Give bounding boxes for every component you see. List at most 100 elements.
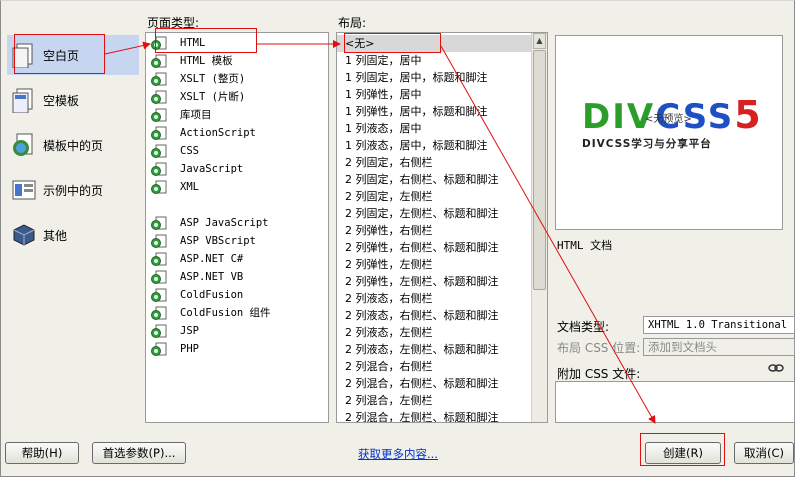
get-more-content-link[interactable]: 获取更多内容... — [358, 446, 438, 462]
page-type-label: ASP VBScript — [180, 235, 256, 247]
page-from-sample-icon — [11, 177, 37, 203]
annotation-box-category — [14, 34, 105, 74]
preview-pane: DIVCSS5 DIVCSS学习与分享平台 <无预览> — [555, 35, 783, 230]
layout-item[interactable]: 1 列弹性，居中 — [337, 86, 531, 103]
page-type-label: CSS — [180, 145, 199, 157]
page-type-item[interactable]: CSS — [146, 143, 328, 160]
page-type-label: PHP — [180, 343, 199, 355]
page-type-item[interactable]: JavaScript — [146, 161, 328, 178]
attached-css-list[interactable] — [555, 381, 795, 423]
layout-item[interactable]: 2 列固定，右侧栏 — [337, 154, 531, 171]
page-type-item[interactable]: ASP VBScript — [146, 233, 328, 250]
layout-item[interactable]: 2 列弹性，右侧栏 — [337, 222, 531, 239]
layout-item[interactable]: 2 列固定，左侧栏 — [337, 188, 531, 205]
cancel-button[interactable]: 取消(C) — [734, 442, 794, 464]
page-type-item[interactable]: 库项目 — [146, 107, 328, 124]
document-file-icon — [151, 342, 167, 357]
page-type-item[interactable]: HTML 模板 — [146, 53, 328, 70]
annotation-box-create — [640, 433, 725, 466]
category-page-from-sample[interactable]: 示例中的页 — [7, 170, 139, 210]
doctype-label: 文档类型: — [557, 320, 610, 334]
page-type-item[interactable]: ActionScript — [146, 125, 328, 142]
layout-item[interactable]: 2 列液态，右侧栏 — [337, 290, 531, 307]
preview-description: HTML 文档 — [557, 239, 613, 252]
layout-item[interactable]: 2 列液态，右侧栏、标题和脚注 — [337, 307, 531, 324]
page-from-template-icon — [11, 132, 37, 158]
layout-item[interactable]: 2 列液态，左侧栏、标题和脚注 — [337, 341, 531, 358]
attach-css-label: 附加 CSS 文件: — [557, 367, 641, 381]
preferences-button[interactable]: 首选参数(P)... — [92, 442, 186, 464]
layout-item[interactable]: 2 列固定，右侧栏、标题和脚注 — [337, 171, 531, 188]
layout-css-select[interactable]: 添加到文档头 — [643, 338, 795, 356]
category-label: 示例中的页 — [43, 183, 104, 198]
logo-subtitle: DIVCSS学习与分享平台 — [582, 138, 712, 150]
page-type-label: JavaScript — [180, 163, 244, 175]
layout-item[interactable]: 2 列混合，右侧栏 — [337, 358, 531, 375]
page-type-item[interactable]: ColdFusion 组件 — [146, 305, 328, 322]
page-type-label: HTML 模板 — [180, 55, 233, 67]
scroll-thumb[interactable] — [533, 50, 546, 290]
chain-link-icon[interactable] — [768, 362, 784, 377]
layout-item[interactable]: 2 列固定，左侧栏、标题和脚注 — [337, 205, 531, 222]
page-type-item[interactable]: XSLT (片断) — [146, 89, 328, 106]
page-type-item[interactable]: XSLT (整页) — [146, 71, 328, 88]
page-type-list[interactable]: HTML HTML 模板 XSLT (整页) XSLT (片断) 库项目 ActionSc… — [145, 32, 329, 423]
page-type-item[interactable]: ASP.NET VB — [146, 269, 328, 286]
layout-item[interactable]: 1 列液态，居中，标题和脚注 — [337, 137, 531, 154]
layout-item[interactable]: 2 列弹性，左侧栏 — [337, 256, 531, 273]
layout-item[interactable]: 1 列固定，居中 — [337, 52, 531, 69]
layout-item[interactable]: 2 列混合，左侧栏 — [337, 392, 531, 409]
layout-css-label: 布局 CSS 位置: — [557, 341, 641, 355]
page-type-label: ActionScript — [180, 127, 256, 139]
help-button[interactable]: 帮助(H) — [5, 442, 79, 464]
document-file-icon — [151, 288, 167, 303]
page-type-label: XSLT (整页) — [180, 73, 246, 85]
blank-template-icon — [11, 87, 37, 114]
page-type-item[interactable]: ColdFusion — [146, 287, 328, 304]
category-page-from-template[interactable]: 模板中的页 — [7, 125, 139, 165]
page-type-item[interactable]: XML — [146, 179, 328, 196]
page-type-label: ASP JavaScript — [180, 217, 269, 229]
category-blank-template[interactable]: 空模板 — [7, 80, 139, 120]
page-type-label: 库项目 — [180, 109, 212, 121]
scroll-up-arrow[interactable]: ▲ — [533, 33, 546, 49]
document-file-icon — [151, 108, 167, 123]
page-type-label: ColdFusion 组件 — [180, 307, 271, 319]
page-type-label: ASP.NET C# — [180, 253, 244, 265]
layout-item[interactable]: 1 列液态，居中 — [337, 120, 531, 137]
page-type-label: XSLT (片断) — [180, 91, 246, 103]
annotation-box-layout — [344, 33, 441, 53]
no-preview-text: <无预览> — [645, 114, 692, 125]
document-file-icon — [151, 72, 167, 87]
layout-item[interactable]: 2 列混合，右侧栏、标题和脚注 — [337, 375, 531, 392]
page-type-item[interactable]: ASP.NET C# — [146, 251, 328, 268]
layout-item[interactable]: 2 列弹性，左侧栏、标题和脚注 — [337, 273, 531, 290]
document-file-icon — [151, 126, 167, 141]
category-label: 其他 — [43, 228, 68, 243]
category-list: 空白页 空模板 模板中的页 示例中的页 其他 — [3, 30, 143, 430]
layout-list[interactable]: 2 列混合，左侧栏、标题和脚注 2 列混合，左侧栏 2 列混合，右侧栏、标题和脚注 2… — [336, 32, 548, 423]
layout-item[interactable]: 2 列液态，左侧栏 — [337, 324, 531, 341]
page-type-item[interactable]: JSP — [146, 323, 328, 340]
page-type-label: ColdFusion — [180, 289, 244, 301]
doctype-select[interactable]: XHTML 1.0 Transitional — [643, 316, 795, 334]
document-file-icon — [151, 216, 167, 231]
layout-header: 布局: — [338, 16, 367, 30]
document-file-icon — [151, 324, 167, 339]
page-type-item[interactable]: PHP — [146, 341, 328, 358]
category-label: 空模板 — [43, 93, 80, 108]
other-icon — [11, 222, 37, 248]
document-file-icon — [151, 54, 167, 69]
layout-item[interactable]: 1 列固定，居中，标题和脚注 — [337, 69, 531, 86]
document-file-icon — [151, 162, 167, 177]
document-file-icon — [151, 144, 167, 159]
layout-item[interactable]: 2 列弹性，右侧栏、标题和脚注 — [337, 239, 531, 256]
layout-item[interactable]: 1 列弹性，居中，标题和脚注 — [337, 103, 531, 120]
document-file-icon — [151, 252, 167, 267]
page-type-item[interactable]: ASP JavaScript — [146, 215, 328, 232]
category-other[interactable]: 其他 — [7, 215, 139, 255]
layout-scrollbar[interactable]: ▲ — [531, 33, 547, 422]
category-label: 模板中的页 — [43, 138, 104, 153]
layout-item[interactable]: 2 列混合，左侧栏、标题和脚注 — [337, 409, 531, 422]
